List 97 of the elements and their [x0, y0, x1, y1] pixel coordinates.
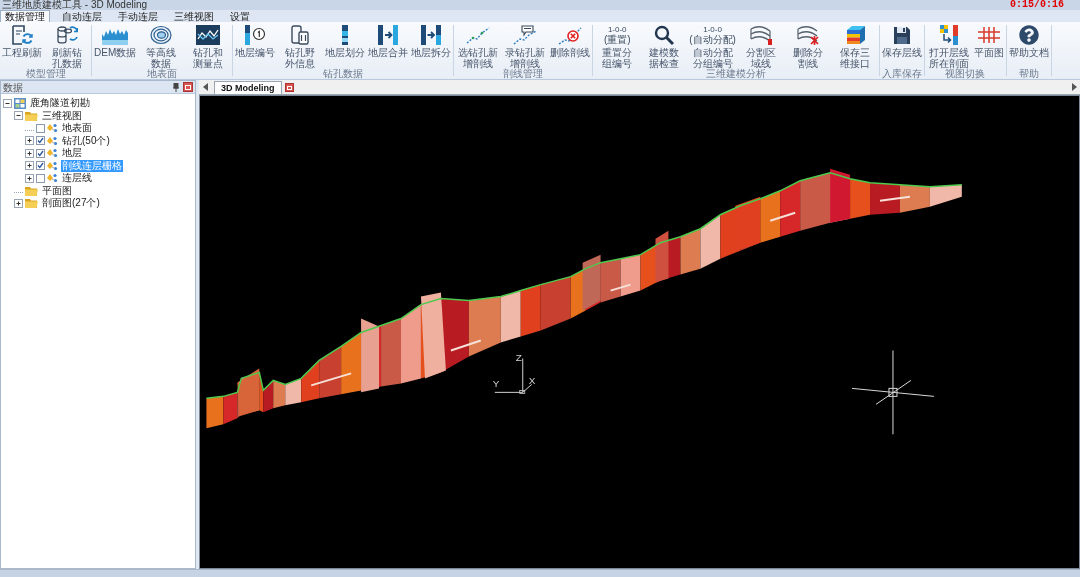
plus-box-icon[interactable]	[25, 173, 34, 183]
merge-bar-icon	[377, 24, 400, 45]
database-refresh-icon	[56, 24, 78, 45]
ribbon-button[interactable]: 分割区域线	[738, 22, 783, 69]
ribbon-button[interactable]: 刷新钻孔数据	[45, 22, 89, 69]
scroll-right-icon[interactable]	[1072, 83, 1077, 91]
ribbon-button[interactable]: 建模数据检查	[642, 22, 687, 69]
split-bar-icon	[420, 24, 443, 45]
save-icon	[891, 24, 912, 45]
contour-rings-icon	[150, 24, 173, 45]
axis-label: Y	[492, 378, 500, 390]
ribbon-button[interactable]: 保存三维接口	[832, 22, 877, 69]
plus-box-icon[interactable]	[25, 161, 34, 171]
tablet-icon	[289, 24, 312, 45]
tree-item[interactable]: 钻孔(50个)	[61, 134, 111, 147]
checkbox[interactable]	[36, 173, 45, 183]
plus-box-icon[interactable]	[14, 198, 23, 208]
crosshair-cursor-icon	[851, 349, 935, 435]
panel-title: 数据	[3, 81, 23, 93]
bar-and-circle-icon	[244, 24, 267, 45]
tree-item[interactable]: 剖面图(27个)	[41, 197, 101, 210]
ribbon-button[interactable]: DEM数据	[94, 22, 137, 69]
ribbon-button[interactable]: 选钻孔新增剖线	[456, 22, 501, 69]
group-label: 视图切换	[944, 69, 987, 79]
plus-box-icon[interactable]	[25, 136, 34, 146]
ribbon-button[interactable]: 帮助文档	[1008, 22, 1049, 69]
stacked-layers-icon	[749, 24, 772, 45]
tree-item[interactable]: 地层	[61, 147, 83, 160]
ribbon-button[interactable]: 地层拆分	[411, 22, 452, 69]
ribbon-button[interactable]: 地层合并	[368, 22, 409, 69]
menu-tab[interactable]: 数据管理	[0, 10, 50, 22]
shapes-icon	[47, 148, 58, 159]
checkbox[interactable]	[36, 123, 45, 133]
ribbon-button[interactable]: 保存层线	[881, 22, 922, 69]
pin-icon[interactable]	[173, 82, 179, 92]
plus-box-icon[interactable]	[25, 148, 34, 158]
tree-item[interactable]: 连层线	[61, 172, 93, 185]
checkbox[interactable]	[36, 161, 45, 171]
close-button[interactable]	[183, 82, 193, 92]
segmented-bar-icon	[342, 24, 349, 45]
ribbon-button[interactable]: 删除分割线	[785, 22, 830, 69]
rising-line-icon	[466, 24, 491, 45]
tree-item[interactable]: 鹿角隧道初勘	[29, 97, 91, 110]
tree-item[interactable]: 三维视图	[41, 109, 83, 122]
ribbon-button[interactable]: 钻孔野外信息	[278, 22, 323, 69]
tree-item[interactable]: 地表面	[61, 122, 93, 135]
ribbon-button[interactable]: 地层编号	[235, 22, 276, 69]
group-label: 帮助	[1017, 69, 1040, 79]
grid-tile-icon	[14, 97, 26, 109]
ribbon-button[interactable]: 平面图	[973, 22, 1004, 69]
window-title: 三维地质建模工具 - 3D Modeling	[1, 0, 148, 10]
scroll-left-icon[interactable]	[203, 83, 208, 91]
ribbon-button[interactable]: 工程刷新	[2, 22, 42, 69]
colored-bars-arrow-icon	[937, 24, 960, 45]
group-label: 钻孔数据	[322, 69, 365, 79]
group-label: 地表面	[146, 69, 179, 79]
shapes-icon	[47, 173, 58, 184]
tree-item[interactable]: 平面图	[41, 184, 73, 197]
line-chart-tile-icon	[196, 24, 221, 45]
ribbon-button[interactable]: 地层划分	[325, 22, 366, 69]
help-icon	[1018, 24, 1039, 45]
group-label: 模型管理	[24, 69, 66, 79]
menu-tab[interactable]: 三维视图	[170, 10, 218, 22]
checkbox[interactable]	[36, 148, 45, 158]
menu-tab[interactable]: 自动连层	[58, 10, 106, 22]
ribbon-button[interactable]: 1-0-0 (自动分配) 自动分配分组编号	[689, 22, 736, 69]
ribbon-button[interactable]: 钻孔和测量点	[186, 22, 231, 69]
group-label: 剖线管理	[502, 69, 545, 79]
menu-tab[interactable]: 手动连层	[114, 10, 162, 22]
axis-label: X	[528, 375, 536, 387]
stacked-layers-delete-icon	[796, 24, 819, 45]
ribbon-button[interactable]: 1-0-0 (重置) 重置分组编号	[595, 22, 640, 69]
document-tab[interactable]: 3D Modeling	[214, 81, 282, 94]
grid-icon	[977, 26, 1000, 43]
group-label: 入库保存	[881, 69, 922, 79]
document-refresh-icon	[11, 24, 33, 45]
timer-text: 0:15/0:16	[1010, 0, 1064, 10]
ribbon-button[interactable]: 打开层线所在剖面	[926, 22, 971, 69]
search-icon	[654, 24, 675, 45]
tab-close-button[interactable]	[284, 83, 294, 92]
shapes-icon	[47, 160, 58, 171]
group-label: 三维建模分析	[705, 69, 768, 79]
minus-box-icon[interactable]	[14, 111, 23, 121]
axis-label: Z	[515, 352, 522, 364]
axis-gizmo	[494, 357, 533, 394]
ribbon-button[interactable]: 录钻孔新增剖线	[503, 22, 548, 69]
folder-icon	[25, 198, 38, 209]
folder-icon	[25, 185, 38, 196]
shapes-icon	[47, 135, 58, 146]
ribbon-button[interactable]: 删除剖线	[550, 22, 591, 69]
folder-icon	[25, 110, 38, 121]
menu-tab[interactable]: 设置	[226, 10, 254, 22]
line-with-note-icon	[513, 24, 538, 45]
minus-box-icon[interactable]	[3, 98, 12, 108]
ribbon-button[interactable]: 等高线数据	[139, 22, 184, 69]
shapes-icon	[47, 123, 58, 134]
checkbox[interactable]	[36, 136, 45, 146]
